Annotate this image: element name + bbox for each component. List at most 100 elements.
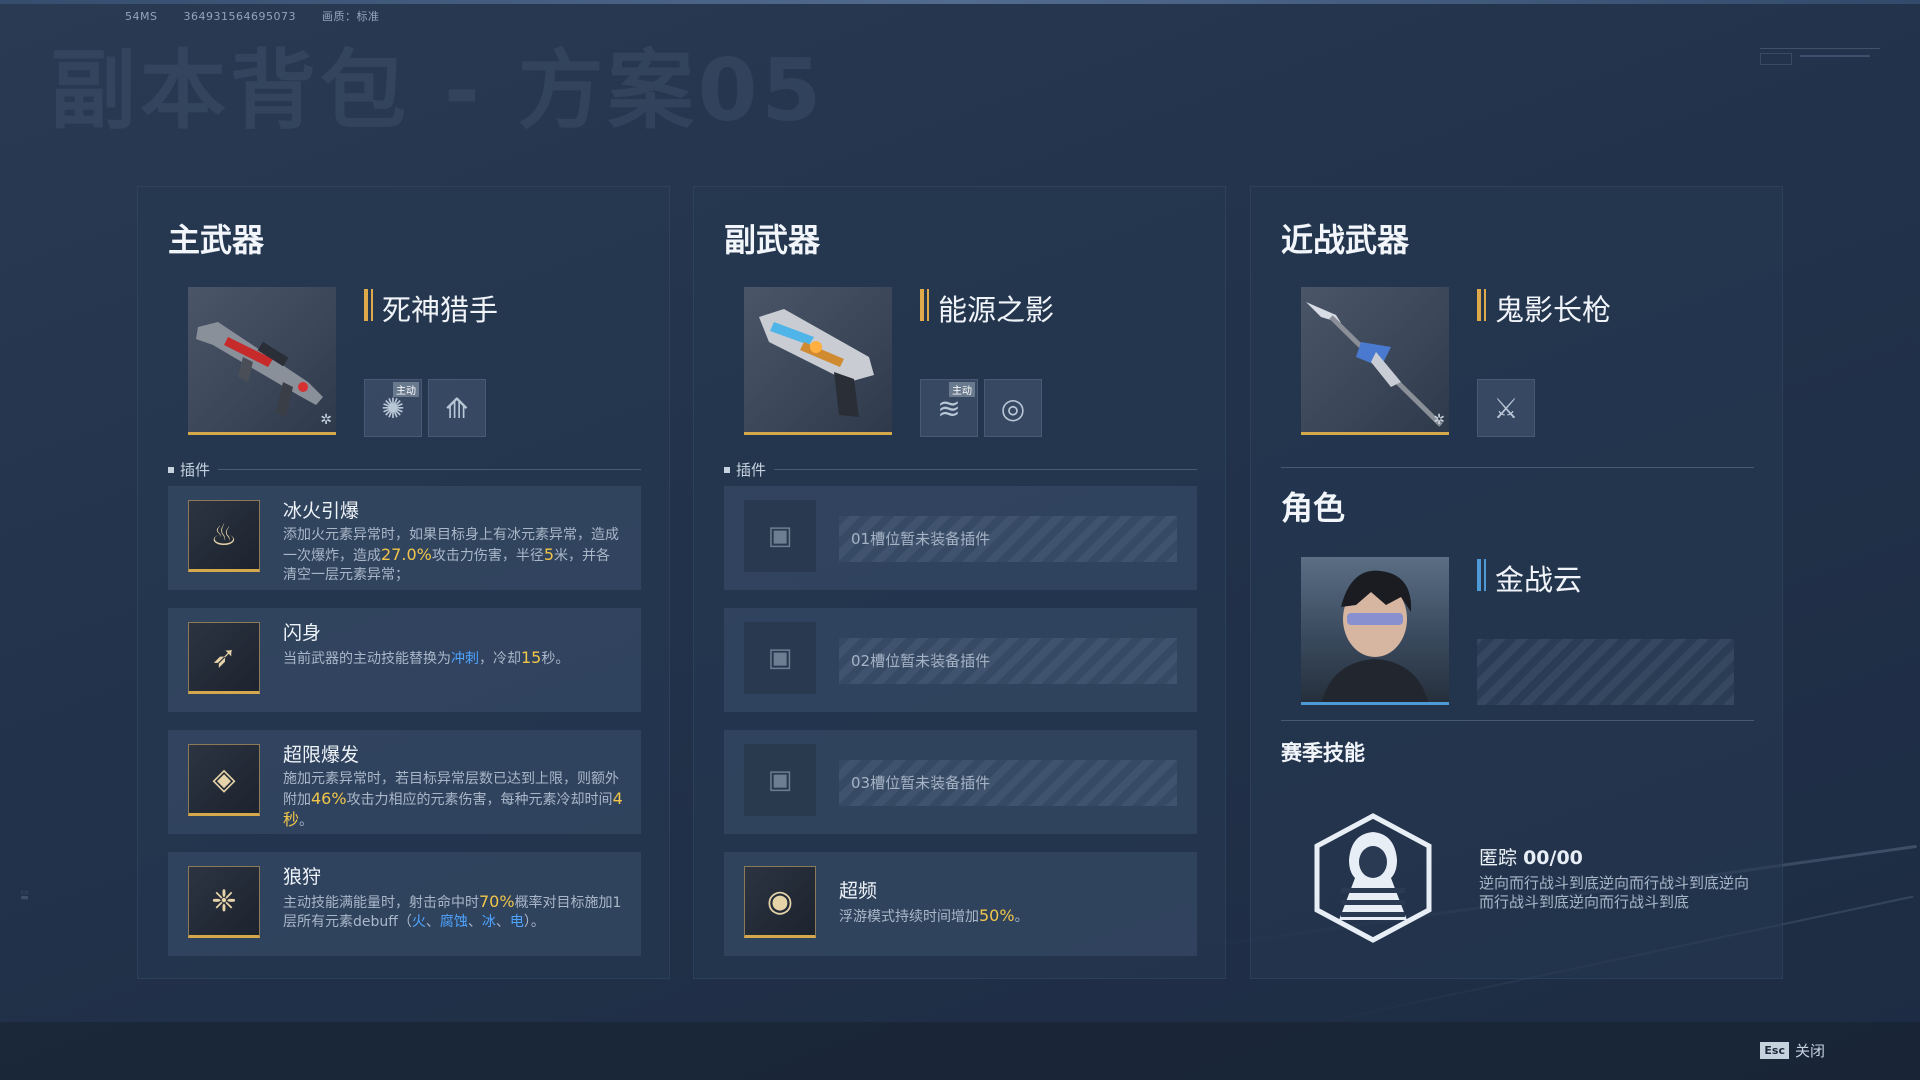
plugin-name: 闪身	[283, 622, 322, 644]
stealth-hood-icon[interactable]	[1311, 812, 1435, 944]
top-accent-line	[0, 0, 1920, 4]
season-skill-title: 赛季技能	[1281, 741, 1365, 765]
desc-text: ，冷却	[479, 651, 521, 667]
character-portrait[interactable]	[1301, 557, 1449, 705]
target-skill-icon: ◎	[1000, 391, 1026, 425]
empty-slot-text: 02槽位暂未装备插件	[839, 638, 1177, 684]
plugin-card[interactable]: ◉ 超频 浮游模式持续时间增加50%。	[724, 852, 1197, 956]
plugin-card[interactable]: ◈ 超限爆发 施加元素异常时，若目标异常层数已达到上限，则额外附加46%攻击力相…	[168, 730, 641, 834]
section-divider	[218, 469, 641, 470]
section-divider	[1281, 720, 1754, 721]
desc-keyword: 冰	[481, 914, 496, 930]
section-divider	[774, 469, 1197, 470]
desc-value: 46%	[311, 789, 347, 808]
melee-weapon-image[interactable]: ✲	[1301, 287, 1449, 435]
character-name: 金战云	[1477, 557, 1582, 599]
desc-text: ）。	[523, 914, 545, 930]
plugins-label: 插件	[736, 461, 767, 479]
desc-keyword: 冲刺	[451, 651, 479, 667]
primary-weapon-panel: 主武器 ✲ 死神猎手 ✺ 主动 ⟰ 插件 ♨ 冰火引爆 添加火元素异常时，如果目…	[137, 186, 670, 979]
character-info-placeholder	[1477, 639, 1734, 705]
plugin-name: 狼狩	[283, 866, 322, 888]
desc-value: 70%	[479, 892, 515, 911]
desc-sep: 、	[495, 914, 510, 930]
desc-value: 50%	[979, 906, 1015, 925]
desc-value: 27.0%	[381, 545, 432, 564]
empty-slot-icon: ▣	[744, 622, 816, 694]
snowflake-icon: ✲	[1433, 412, 1445, 428]
desc-sep: 、	[467, 914, 482, 930]
season-skill-count: 00/00	[1523, 847, 1583, 869]
desc-text: 浮游模式持续时间增加	[839, 909, 979, 925]
desc-keyword: 火	[411, 914, 426, 930]
plugins-section-label: 插件	[724, 459, 1197, 480]
desc-text: 。	[299, 813, 314, 829]
role-section-title: 角色	[1281, 489, 1346, 527]
desc-value: 15	[521, 648, 542, 667]
desc-text: 秒。	[541, 651, 570, 667]
desc-text: 攻击力相应的元素伤害，每种元素冷却时间	[346, 792, 613, 808]
desc-text: 攻击力伤害，半径	[431, 548, 544, 564]
active-skill-slot[interactable]: ≋ 主动	[920, 379, 978, 437]
empty-plugin-slot[interactable]: ▣ 03槽位暂未装备插件	[724, 730, 1197, 834]
plugin-name: 冰火引爆	[283, 500, 360, 522]
desc-text: 主动技能满能量时，射击命中时	[283, 895, 479, 911]
plugins-label: 插件	[180, 461, 211, 479]
secondary-skill-icons: ≋ 主动 ◎	[920, 379, 1042, 437]
arrow-up-skill-icon: ⟰	[445, 391, 469, 425]
plugin-name: 超限爆发	[283, 744, 360, 766]
esc-key-icon: Esc	[1760, 1042, 1789, 1059]
secondary-weapon-panel: 副武器 能源之影 ≋ 主动 ◎ 插件 ▣ 01槽位暂未装备插件 ▣ 02槽位暂未…	[693, 186, 1226, 979]
close-button[interactable]: Esc 关闭	[1760, 1040, 1825, 1061]
active-tag: 主动	[393, 382, 419, 397]
panel-title: 副武器	[724, 221, 821, 259]
section-divider	[1281, 467, 1754, 468]
plugin-description: 当前武器的主动技能替换为冲刺，冷却15秒。	[283, 648, 623, 669]
spear-icon	[1306, 302, 1443, 427]
primary-weapon-image[interactable]: ✲	[188, 287, 336, 435]
plugin-card[interactable]: ♨ 冰火引爆 添加火元素异常时，如果目标身上有冰元素异常，造成一次爆炸，造成27…	[168, 486, 641, 590]
empty-slot-icon: ▣	[744, 500, 816, 572]
empty-slot-icon: ▣	[744, 744, 816, 816]
passive-skill-slot[interactable]: ◎	[984, 379, 1042, 437]
desc-value: 5	[543, 545, 555, 564]
melee-weapon-name: 鬼影长枪	[1477, 287, 1611, 329]
active-skill-slot[interactable]: ✺ 主动	[364, 379, 422, 437]
plugin-card[interactable]: ➶ 闪身 当前武器的主动技能替换为冲刺，冷却15秒。	[168, 608, 641, 712]
active-tag: 主动	[949, 382, 975, 397]
primary-skill-icons: ✺ 主动 ⟰	[364, 379, 486, 437]
wolf-icon: ❈	[188, 866, 260, 938]
passive-skill-slot[interactable]: ⟰	[428, 379, 486, 437]
plugin-description: 主动技能满能量时，射击命中时70%概率对目标施加1层所有元素debuff（火、腐…	[283, 892, 623, 932]
melee-skill-slot[interactable]: ⚔	[1477, 379, 1535, 437]
page-title: 副本背包 - 方案05	[50, 41, 826, 141]
snowflake-icon: ✲	[320, 412, 332, 428]
primary-weapon-name: 死神猎手	[364, 287, 498, 329]
empty-slot-text: 03槽位暂未装备插件	[839, 760, 1177, 806]
close-label: 关闭	[1794, 1042, 1825, 1060]
secondary-weapon-image[interactable]	[744, 287, 892, 435]
panel-title: 近战武器	[1281, 221, 1410, 259]
plugin-card[interactable]: ❈ 狼狩 主动技能满能量时，射击命中时70%概率对目标施加1层所有元素debuf…	[168, 852, 641, 956]
hex-hood-icon	[1314, 813, 1432, 943]
empty-plugin-slot[interactable]: ▣ 02槽位暂未装备插件	[724, 608, 1197, 712]
desc-text: 。	[1014, 909, 1029, 925]
bullet-square	[724, 466, 730, 473]
dash-icon: ➶	[188, 622, 260, 694]
secondary-weapon-name: 能源之影	[920, 287, 1054, 329]
plugin-name: 超频	[839, 880, 878, 902]
sniper-rifle-icon	[196, 322, 323, 417]
panel-title: 主武器	[168, 221, 265, 259]
lunge-skill-icon: ⚔	[1493, 391, 1519, 425]
energy-pistol-icon	[759, 309, 874, 417]
plugin-description: 施加元素异常时，若目标异常层数已达到上限，则额外附加46%攻击力相应的元素伤害，…	[283, 770, 623, 831]
desc-keyword: 腐蚀	[439, 914, 468, 930]
empty-plugin-slot[interactable]: ▣ 01槽位暂未装备插件	[724, 486, 1197, 590]
diamond-icon: ◈	[188, 744, 260, 816]
fire-ice-icon: ♨	[188, 500, 260, 572]
desc-sep: 、	[425, 914, 440, 930]
character-avatar-icon	[1321, 570, 1429, 702]
plugin-description: 添加火元素异常时，如果目标身上有冰元素异常，造成一次爆炸，造成27.0%攻击力伤…	[283, 526, 623, 585]
desc-keyword: 电	[509, 914, 524, 930]
corner-decoration	[1760, 48, 1880, 68]
